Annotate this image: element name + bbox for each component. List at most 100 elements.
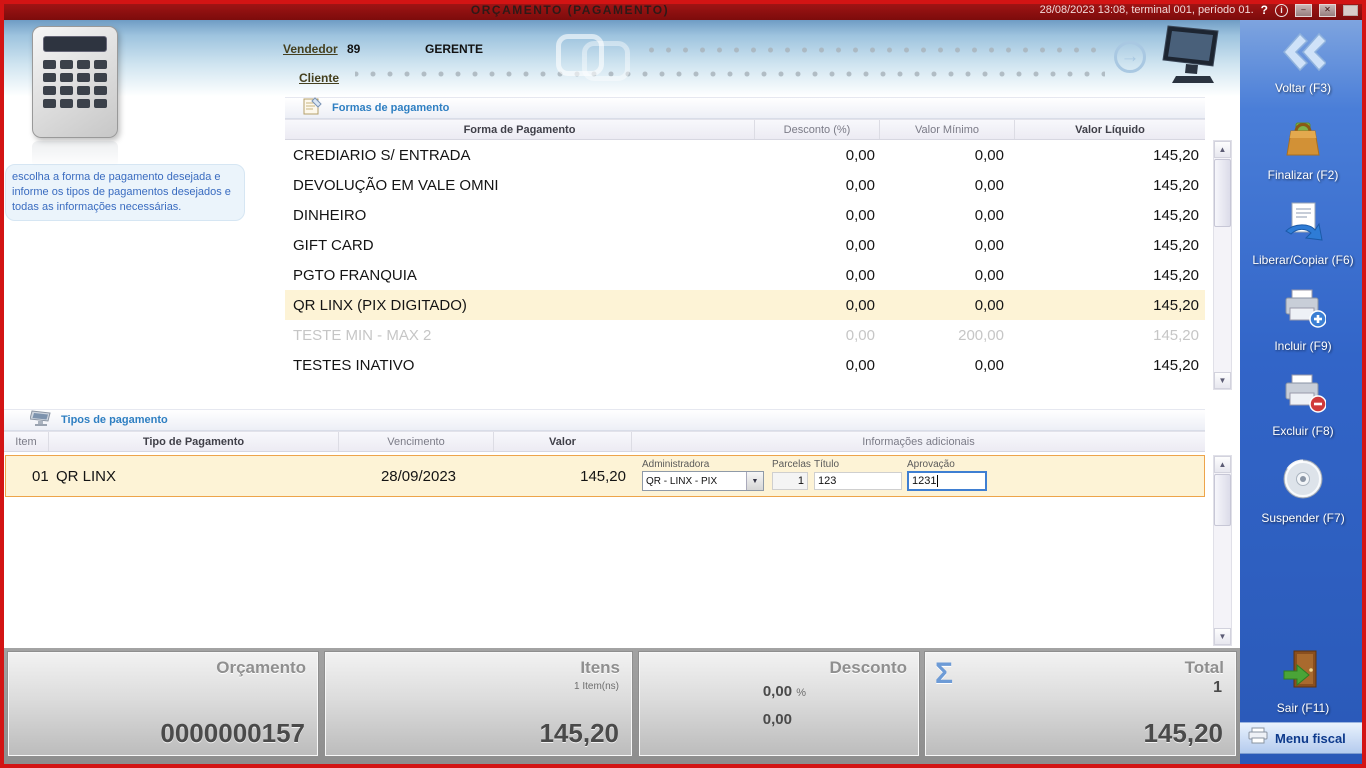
itens-count: 1 Item(ns) bbox=[573, 681, 619, 692]
vendedor-name: GERENTE bbox=[425, 42, 484, 56]
forma-row[interactable]: DINHEIRO 0,00 0,00 145,20 bbox=[285, 200, 1205, 230]
forma-row[interactable]: DEVOLUÇÃO EM VALE OMNI 0,00 0,00 145,20 bbox=[285, 170, 1205, 200]
pos-window: ORÇAMENTO (PAGAMENTO) 28/08/2023 13:08, … bbox=[0, 0, 1366, 768]
column-header: Informações adicionais bbox=[862, 435, 975, 448]
dots-decoration bbox=[640, 46, 1105, 54]
column-header: Tipo de Pagamento bbox=[49, 432, 339, 451]
tipos-scrollbar[interactable]: ▲ ▼ bbox=[1213, 455, 1232, 646]
column-header: Valor Líquido bbox=[1075, 123, 1145, 136]
terminal-icon bbox=[29, 409, 52, 432]
aprovacao-label: Aprovação bbox=[907, 459, 955, 470]
row-item-number: 01 bbox=[32, 468, 49, 485]
tipos-table-header: Item Tipo de Pagamento Vencimento Valor … bbox=[4, 431, 1205, 452]
chevron-down-icon[interactable]: ▼ bbox=[746, 472, 763, 490]
summary-band: Orçamento 0000000157 Itens 1 Item(ns) 14… bbox=[4, 648, 1240, 764]
parcelas-label: Parcelas bbox=[772, 459, 811, 470]
liberar-copiar-button[interactable]: Liberar/Copiar (F6) bbox=[1240, 200, 1366, 267]
forma-row[interactable]: CREDIARIO S/ ENTRADA 0,00 0,00 145,20 bbox=[285, 140, 1205, 170]
tipo-pagamento-row[interactable]: 01 QR LINX 28/09/2023 145,20 Administrad… bbox=[5, 455, 1205, 497]
formas-table-header: Forma de Pagamento Desconto (%) Valor Mí… bbox=[285, 119, 1205, 140]
formas-table: Forma de Pagamento Desconto (%) Valor Mí… bbox=[285, 119, 1205, 380]
sair-button[interactable]: Sair (F11) bbox=[1240, 648, 1366, 715]
administradora-select[interactable]: QR - LINX - PIX ▼ bbox=[642, 471, 764, 491]
column-header: Vencimento bbox=[339, 432, 494, 451]
excluir-button[interactable]: Excluir (F8) bbox=[1240, 371, 1366, 438]
monitor-icon bbox=[1156, 20, 1226, 95]
printer-plus-icon bbox=[1280, 286, 1327, 335]
help-icon[interactable]: ? bbox=[1261, 3, 1268, 17]
titulo-label: Título bbox=[814, 459, 840, 470]
scroll-down-icon[interactable]: ▼ bbox=[1214, 628, 1231, 645]
aprovacao-input-focused[interactable]: 1231 bbox=[907, 471, 987, 491]
vendedor-code: 89 bbox=[347, 42, 361, 56]
row-vencimento: 28/09/2023 bbox=[380, 468, 457, 485]
itens-total: 145,20 bbox=[539, 718, 619, 748]
suspender-button[interactable]: Suspender (F7) bbox=[1240, 456, 1366, 525]
scroll-down-icon[interactable]: ▼ bbox=[1214, 372, 1231, 389]
scroll-thumb[interactable] bbox=[1214, 159, 1231, 227]
finalizar-button[interactable]: Finalizar (F2) bbox=[1240, 115, 1366, 182]
vendedor-link[interactable]: Vendedor bbox=[283, 42, 338, 56]
desconto-percent: 0,00 % bbox=[762, 683, 806, 700]
dots-decoration bbox=[355, 70, 1105, 78]
desconto-value: 0,00 bbox=[762, 711, 792, 728]
parcelas-field[interactable]: 1 bbox=[772, 472, 808, 490]
titlebar: ORÇAMENTO (PAGAMENTO) 28/08/2023 13:08, … bbox=[0, 0, 1366, 20]
tipos-section-header: Tipos de pagamento bbox=[4, 409, 1205, 431]
orcamento-label: Orçamento bbox=[216, 658, 306, 677]
cd-disc-icon bbox=[1280, 456, 1326, 507]
column-header: Valor bbox=[494, 432, 632, 451]
fiscal-printer-icon bbox=[1248, 727, 1268, 749]
page-title: ORÇAMENTO (PAGAMENTO) bbox=[470, 3, 670, 17]
titulo-field[interactable]: 123 bbox=[814, 472, 902, 490]
close-button[interactable]: ✕ bbox=[1319, 3, 1336, 17]
forma-row[interactable]: TESTES INATIVO 0,00 0,00 145,20 bbox=[285, 350, 1205, 380]
calculator-screen bbox=[43, 36, 107, 52]
total-count: 1 bbox=[1213, 679, 1222, 696]
notepad-icon bbox=[301, 96, 323, 121]
shopping-bag-icon bbox=[1281, 115, 1325, 164]
menu-fiscal-button[interactable]: Menu fiscal bbox=[1240, 722, 1366, 754]
desconto-panel: Desconto 0,00 % 0,00 bbox=[638, 651, 920, 757]
itens-label: Itens bbox=[580, 658, 620, 677]
row-tipo: QR LINX bbox=[56, 468, 117, 485]
exit-door-icon bbox=[1281, 648, 1325, 697]
document-copy-icon bbox=[1281, 200, 1325, 249]
column-header: Item bbox=[4, 432, 49, 451]
info-icon[interactable]: i bbox=[1275, 3, 1288, 17]
total-label: Total bbox=[1184, 658, 1224, 677]
forma-row-disabled: TESTE MIN - MAX 2 0,00 200,00 145,20 bbox=[293, 326, 1199, 344]
cliente-link[interactable]: Cliente bbox=[299, 71, 339, 85]
text-caret bbox=[937, 475, 939, 487]
itens-panel: Itens 1 Item(ns) 145,20 bbox=[324, 651, 633, 757]
terminal-status-text: 28/08/2023 13:08, terminal 001, período … bbox=[1039, 4, 1254, 16]
watermark-square bbox=[582, 41, 630, 81]
column-header: Forma de Pagamento bbox=[285, 120, 755, 139]
back-chevrons-icon bbox=[1280, 32, 1328, 77]
orcamento-number: 0000000157 bbox=[160, 718, 305, 748]
incluir-button[interactable]: Incluir (F9) bbox=[1240, 286, 1366, 353]
voltar-button[interactable]: Voltar (F3) bbox=[1240, 32, 1366, 95]
formas-section-header: Formas de pagamento bbox=[285, 96, 1205, 121]
calculator-illustration bbox=[32, 26, 118, 167]
sigma-icon: Σ bbox=[935, 657, 954, 690]
total-panel: Σ Total 1 145,20 bbox=[924, 651, 1237, 757]
window-grip bbox=[1343, 4, 1358, 16]
formas-section-title: Formas de pagamento bbox=[332, 102, 450, 114]
minimize-button[interactable]: – bbox=[1295, 3, 1312, 17]
formas-scrollbar[interactable]: ▲ ▼ bbox=[1213, 140, 1232, 390]
scroll-up-icon[interactable]: ▲ bbox=[1214, 456, 1231, 473]
column-header: Desconto (%) bbox=[755, 120, 880, 139]
scroll-up-icon[interactable]: ▲ bbox=[1214, 141, 1231, 158]
administradora-label: Administradora bbox=[642, 459, 710, 470]
scroll-thumb[interactable] bbox=[1214, 474, 1231, 526]
desconto-label: Desconto bbox=[829, 658, 907, 677]
forma-row[interactable]: GIFT CARD 0,00 0,00 145,20 bbox=[285, 230, 1205, 260]
forma-row[interactable]: PGTO FRANQUIA 0,00 0,00 145,20 bbox=[285, 260, 1205, 290]
forward-arrow-icon: → bbox=[1114, 41, 1146, 73]
total-value: 145,20 bbox=[1143, 718, 1223, 748]
row-valor: 145,20 bbox=[580, 468, 626, 485]
additional-info-panel: Administradora Parcelas Título Aprovação… bbox=[634, 456, 1204, 496]
forma-row-selected[interactable]: QR LINX (PIX DIGITADO) 0,00 0,00 145,20 bbox=[285, 290, 1205, 320]
printer-minus-icon bbox=[1280, 371, 1327, 420]
